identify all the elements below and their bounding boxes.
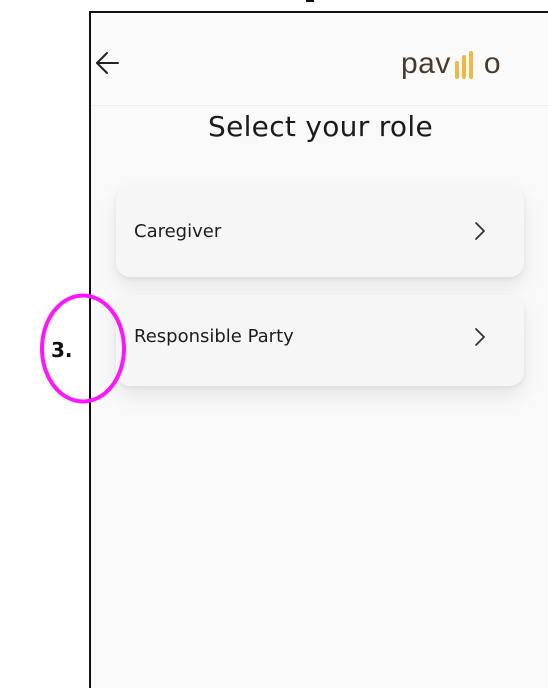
logo-bars-icon: [454, 51, 473, 79]
app-logo: pav o: [401, 47, 501, 81]
arrow-left-icon: [96, 52, 119, 74]
logo-text-start: pav: [401, 47, 451, 80]
app-frame: pav o Select your role Caregiver Respons…: [89, 11, 548, 688]
app-header: pav o: [91, 13, 548, 106]
role-card-responsible-party[interactable]: Responsible Party: [116, 295, 524, 386]
logo-text-end: o: [483, 47, 502, 80]
page-title: Select your role: [208, 110, 433, 143]
screen: pav o Select your role Caregiver Respons…: [0, 0, 548, 688]
role-card-caregiver[interactable]: Caregiver: [116, 186, 524, 277]
role-label: Caregiver: [134, 221, 222, 242]
back-button[interactable]: [94, 49, 120, 77]
chevron-right-icon: [475, 222, 485, 240]
role-label: Responsible Party: [134, 326, 294, 347]
top-frame-fragment: [306, 0, 314, 2]
step-annotation-label: 3.: [51, 338, 73, 362]
chevron-right-icon: [475, 328, 485, 346]
